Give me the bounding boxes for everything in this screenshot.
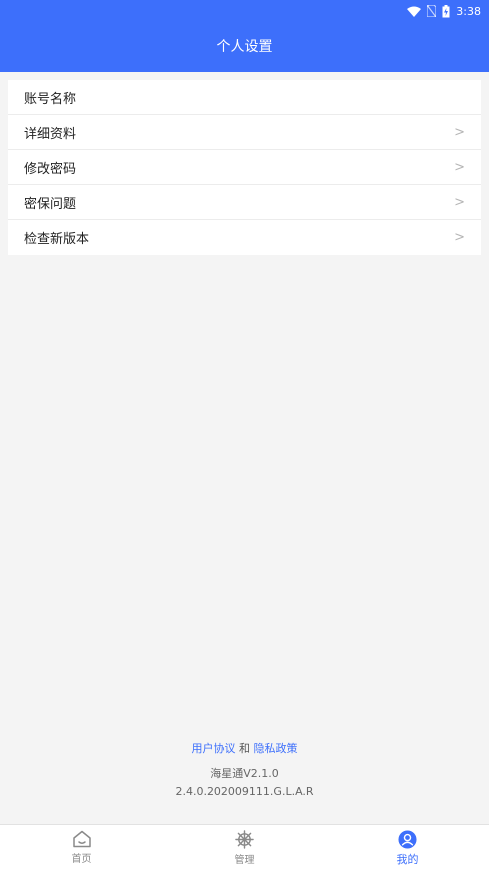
tab-manage[interactable]: 管理 <box>163 825 326 869</box>
tab-label: 我的 <box>396 853 419 866</box>
chevron-right-icon: > <box>454 194 465 210</box>
user-agreement-link[interactable]: 用户协议 <box>192 742 236 755</box>
menu-item-label: 账号名称 <box>24 91 77 107</box>
app-version: 海星通V2.1.0 <box>210 767 279 780</box>
menu-item-security-question[interactable]: 密保问题 > <box>8 185 481 220</box>
no-sim-icon <box>427 5 437 17</box>
tab-label: 管理 <box>234 855 255 866</box>
menu-item-check-update[interactable]: 检查新版本 > <box>8 220 481 255</box>
wifi-icon <box>407 6 422 17</box>
chevron-right-icon: > <box>454 159 465 175</box>
tab-home[interactable]: 首页 <box>0 825 163 869</box>
chevron-right-icon: > <box>454 124 465 140</box>
menu-item-label: 密保问题 <box>24 196 77 212</box>
tab-label: 首页 <box>71 854 92 865</box>
menu-item-label: 修改密码 <box>24 161 77 177</box>
menu-item-change-password[interactable]: 修改密码 > <box>8 150 481 185</box>
user-profile-icon <box>398 830 417 849</box>
status-bar: 3:38 <box>407 3 481 19</box>
battery-charging-icon <box>442 4 450 17</box>
status-time: 3:38 <box>456 4 481 18</box>
menu-item-profile-details[interactable]: 详细资料 > <box>8 115 481 150</box>
menu-item-label: 检查新版本 <box>24 232 90 247</box>
settings-menu: 账号名称 详细资料 > 修改密码 > 密保问题 > 检查新版本 > <box>8 80 481 255</box>
privacy-policy-link[interactable]: 隐私政策 <box>254 742 298 755</box>
build-version: 2.4.0.202009111.G.L.A.R <box>175 785 314 798</box>
chevron-right-icon: > <box>454 230 465 245</box>
page-title: 个人设置 <box>216 39 273 55</box>
bottom-tab-bar: 首页 管理 我的 <box>0 824 489 869</box>
menu-item-label: 详细资料 <box>24 126 77 142</box>
menu-item-account-name[interactable]: 账号名称 <box>8 80 481 115</box>
home-icon <box>72 830 91 848</box>
footer-links: 用户协议 和 隐私政策 <box>0 740 489 756</box>
helm-wheel-icon <box>235 830 254 849</box>
tab-mine[interactable]: 我的 <box>326 825 489 869</box>
and-text: 和 <box>239 742 250 755</box>
app-header: 3:38 个人设置 <box>0 0 489 72</box>
